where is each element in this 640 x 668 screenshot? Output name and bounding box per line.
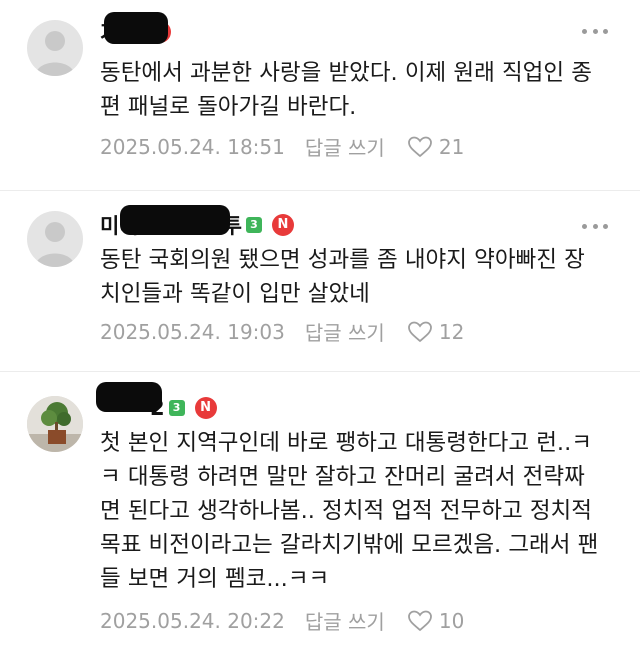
comment-date: 2025.05.24. 20:22	[100, 608, 285, 633]
heart-icon	[407, 136, 432, 157]
default-user-icon	[35, 222, 75, 267]
comment-text: 동탄에서 과분한 사랑을 받았다. 이제 원래 직업인 종편 패널로 돌아가길 …	[100, 60, 592, 120]
reply-button[interactable]: 답글 쓰기	[305, 317, 385, 346]
comment-text: 동탄 국회의원 됐으면 성과를 좀 내야지 약아빠진 장치인들과 똑같이 입만 …	[100, 247, 585, 307]
comment-text: 첫 본인 지역구인데 바로 팽하고 대통령한다고 런..ㅋㅋ 대통령 하려면 말…	[100, 430, 599, 592]
comment-date: 2025.05.24. 19:03	[100, 319, 285, 344]
plant-photo-icon	[27, 396, 83, 452]
redaction-mark	[96, 382, 162, 412]
like-count: 21	[438, 134, 465, 159]
heart-icon	[407, 321, 432, 342]
avatar[interactable]	[27, 211, 83, 267]
heart-icon	[407, 610, 432, 631]
new-badge: N	[271, 214, 294, 236]
redaction-mark	[104, 12, 168, 44]
like-button[interactable]: 21	[407, 135, 464, 159]
like-count: 12	[438, 319, 465, 344]
comment-meta: 2025.05.24. 19:03 답글 쓰기 12	[100, 317, 464, 346]
comment-meta: 2025.05.24. 18:51 답글 쓰기 21	[100, 132, 464, 161]
level-badge: 3	[245, 217, 262, 233]
more-options-icon[interactable]	[582, 26, 608, 36]
comment-meta: 2025.05.24. 20:22 답글 쓰기 10	[100, 606, 464, 635]
like-button[interactable]: 12	[407, 320, 464, 344]
avatar[interactable]	[27, 396, 83, 452]
comment-item: 가 3 N 동탄에서 과분한 사랑을 받았다. 이제 원래 직업인 종편 패널로…	[0, 0, 640, 191]
comment-date: 2025.05.24. 18:51	[100, 134, 285, 159]
like-button[interactable]: 10	[407, 609, 464, 633]
reply-button[interactable]: 답글 쓰기	[305, 132, 385, 161]
default-user-icon	[35, 31, 75, 76]
comment-item: 미리 투 3 N 동탄 국회의원 됐으면 성과를 좀 내야지 약아빠진 장치인들…	[0, 191, 640, 372]
level-badge: 3	[168, 400, 185, 416]
avatar[interactable]	[27, 20, 83, 76]
reply-button[interactable]: 답글 쓰기	[305, 606, 385, 635]
like-count: 10	[438, 608, 465, 633]
new-badge: N	[194, 397, 217, 419]
redaction-mark	[120, 205, 230, 235]
more-options-icon[interactable]	[582, 221, 608, 231]
comment-item: 2 3 N 첫 본인 지역구인데 바로 팽하고 대통령한다고 런..ㅋㅋ 대통령…	[0, 372, 640, 668]
